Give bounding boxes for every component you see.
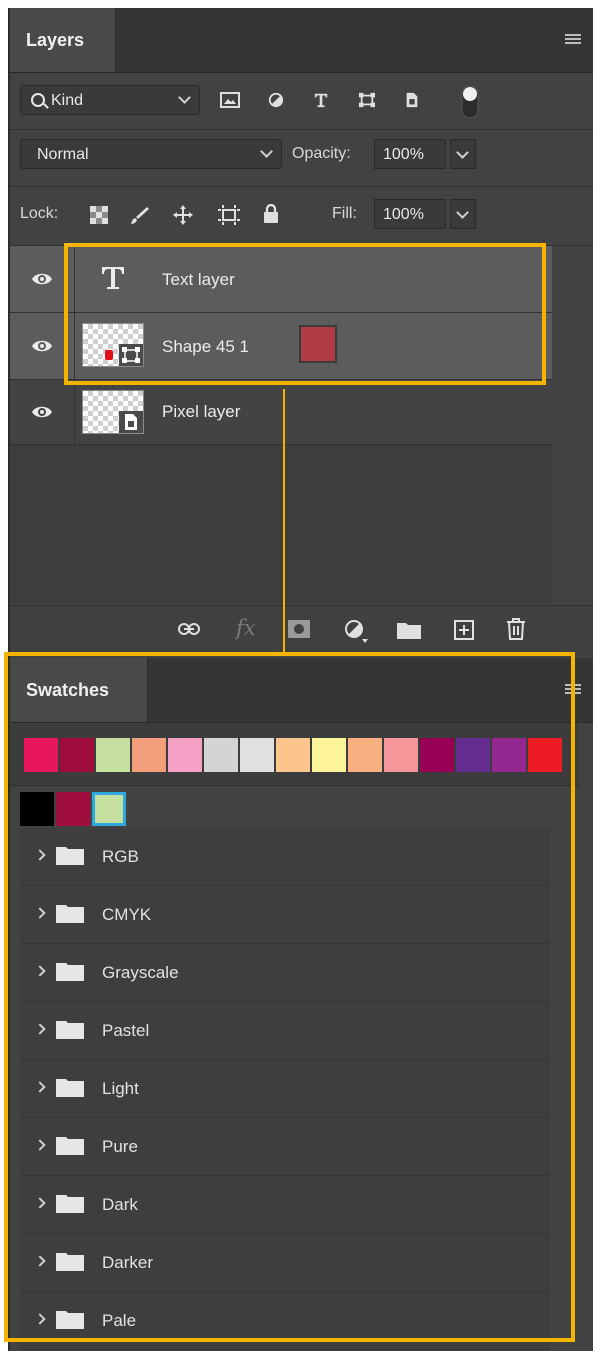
fill-value: 100% [383,206,424,223]
eye-icon [32,340,52,352]
lock-transparency-icon[interactable] [90,206,108,224]
highlight-connector [283,389,285,653]
delete-layer-icon[interactable] [506,618,526,640]
filter-kind-select[interactable]: Kind [20,85,200,115]
tab-layers[interactable]: Layers [10,8,116,72]
pixel-badge-icon [119,411,143,433]
new-layer-icon[interactable] [454,620,474,640]
panel-menu-icon[interactable] [565,34,581,46]
fill-input[interactable]: 100% [374,199,446,229]
layers-toolbar: fx [10,605,593,656]
link-layers-icon[interactable] [178,622,200,636]
opacity-label: Opacity: [292,145,351,162]
smart-object-icon[interactable] [403,92,421,108]
new-adjustment-layer-icon[interactable] [344,619,368,643]
image-icon[interactable] [220,92,240,108]
opacity-input[interactable]: 100% [374,139,446,169]
lock-label: Lock: [20,205,59,222]
lock-bar: Lock: Fill: 100% [10,187,593,246]
eye-icon [32,406,52,418]
highlight-box-layers [64,243,546,385]
layers-tabbar: Layers [10,8,593,73]
fill-slider-button[interactable] [450,199,476,229]
fx-icon[interactable]: fx [236,616,256,640]
opacity-slider-button[interactable] [450,139,476,169]
blend-mode-bar: Normal Opacity: 100% [10,130,593,187]
eye-icon [32,273,52,285]
visibility-toggle[interactable] [10,380,75,444]
new-group-icon[interactable] [397,621,421,639]
layer-thumbnail [82,390,144,434]
search-icon [31,93,45,107]
blend-mode-value: Normal [37,146,89,163]
blend-mode-select[interactable]: Normal [20,139,282,169]
filter-toggle-switch[interactable] [458,84,482,120]
chevron-down-icon [260,145,273,158]
filter-kind-label: Kind [51,92,84,109]
highlight-box-swatches [4,652,575,1342]
add-mask-icon[interactable] [288,620,310,638]
lock-position-icon[interactable] [173,205,193,225]
chevron-down-icon [456,206,469,219]
lock-all-icon[interactable] [263,204,279,224]
chevron-down-icon [456,146,469,159]
fill-label: Fill: [332,205,357,222]
layer-name: Pixel layer [162,402,241,421]
lock-image-pixels-icon[interactable] [130,205,150,225]
tab-layers-label: Layers [26,30,85,50]
opacity-value: 100% [383,146,424,163]
shape-icon[interactable] [357,92,377,108]
chevron-down-icon [178,91,191,104]
adjustment-icon[interactable] [267,92,285,108]
type-icon[interactable] [312,92,330,108]
layer-filter-bar: Kind [10,73,593,130]
layer-row-pixel[interactable]: Pixel layer [10,380,552,445]
lock-artboard-icon[interactable] [218,205,240,225]
